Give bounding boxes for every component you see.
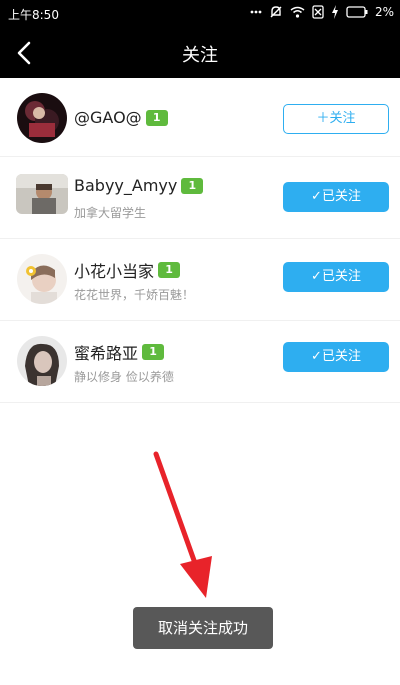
- list-item[interactable]: Babyy_Amyy 1 加拿大留学生 ✓已关注: [0, 160, 400, 239]
- status-time: 上午8:50: [8, 8, 59, 22]
- following-button[interactable]: ✓已关注: [283, 182, 389, 212]
- list-item[interactable]: 蜜希路亚 1 静以修身 俭以养德 ✓已关注: [0, 324, 400, 403]
- more-icon: [250, 10, 262, 14]
- list-item[interactable]: @GAO@ 1 ＋关注: [0, 78, 400, 157]
- status-bar: 上午8:50 2%: [0, 0, 400, 28]
- user-bio: 静以修身 俭以养德: [74, 370, 174, 384]
- charging-icon: [331, 5, 338, 19]
- following-button[interactable]: ✓已关注: [283, 342, 389, 372]
- avatar[interactable]: [17, 254, 67, 304]
- battery-percent: 2%: [374, 5, 394, 19]
- app-header: 关注: [0, 28, 400, 78]
- list-item[interactable]: 小花小当家 1 花花世界，千娇百魅！ ✓已关注: [0, 242, 400, 321]
- user-name-text: @GAO@: [74, 108, 142, 127]
- alarm-muted-icon: [270, 6, 282, 18]
- user-name: 小花小当家 1: [74, 258, 181, 282]
- user-name-text: 蜜希路亚: [74, 344, 139, 363]
- level-badge: 1: [145, 109, 168, 126]
- page-title: 关注: [182, 45, 218, 66]
- user-name: Babyy_Amyy 1: [74, 176, 204, 195]
- battery-icon: [346, 6, 368, 18]
- level-badge: 1: [181, 177, 204, 194]
- avatar[interactable]: [16, 174, 68, 214]
- avatar[interactable]: [17, 93, 67, 143]
- user-name: @GAO@ 1: [74, 108, 168, 127]
- annotation-arrow-icon: [153, 451, 212, 598]
- user-name: 蜜希路亚 1: [74, 340, 165, 364]
- user-name-text: 小花小当家: [74, 262, 155, 281]
- user-name-text: Babyy_Amyy: [74, 176, 178, 195]
- wifi-icon: [290, 6, 305, 18]
- following-button[interactable]: ✓已关注: [283, 262, 389, 292]
- toast-message: 取消关注成功: [133, 607, 273, 649]
- follow-button[interactable]: ＋关注: [283, 104, 389, 134]
- level-badge: 1: [158, 262, 181, 278]
- user-bio: 花花世界，千娇百魅！: [74, 288, 195, 302]
- avatar[interactable]: [17, 336, 67, 386]
- sim-off-icon: [312, 5, 324, 19]
- user-bio: 加拿大留学生: [74, 206, 147, 220]
- status-icons: 2%: [250, 5, 394, 19]
- level-badge: 1: [142, 344, 165, 360]
